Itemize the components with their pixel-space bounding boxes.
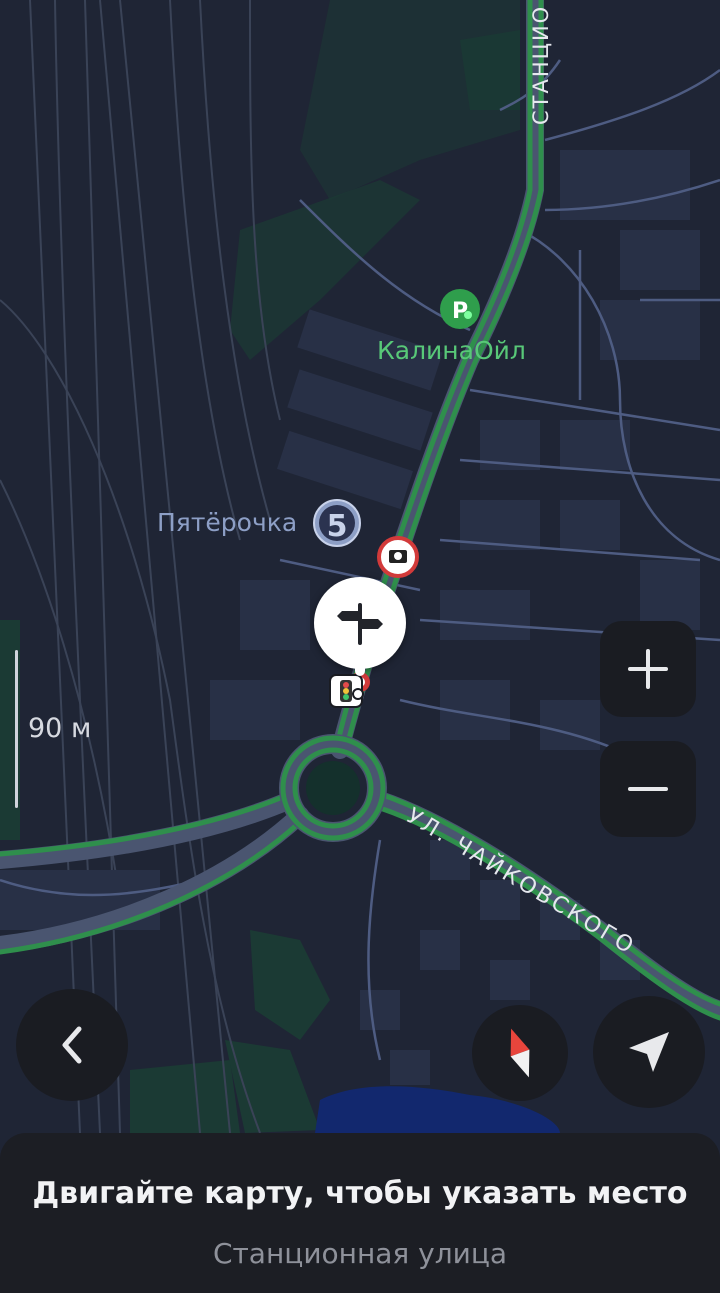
scale-label: 90 м — [28, 713, 92, 744]
svg-text:P: P — [452, 299, 468, 324]
signpost-icon — [314, 577, 406, 669]
poi-label-kalinaoil[interactable]: КалинаОйл — [377, 336, 526, 365]
back-icon — [62, 1026, 82, 1064]
sheet-address: Станционная улица — [212, 1237, 508, 1270]
pin-tail — [355, 666, 365, 676]
poi-label-pyaterochka[interactable]: Пятёрочка — [157, 508, 297, 537]
plus-icon — [628, 649, 668, 689]
roundabout — [279, 734, 387, 842]
street-label-top: СТАНЦИО — [529, 5, 553, 125]
compass-button[interactable] — [472, 1005, 568, 1101]
minus-icon — [628, 787, 668, 791]
map-screen: СТАНЦИО УЛ. ЧАЙКОВСКОГО P 5 КалинаОйл Пя… — [0, 0, 720, 1293]
zoom-in-button[interactable] — [600, 621, 696, 717]
traffic-camera-icon[interactable] — [377, 536, 419, 578]
scale-bar — [15, 650, 18, 808]
compass-icon — [510, 1028, 530, 1078]
locate-arrow-icon — [629, 1032, 669, 1072]
back-button[interactable] — [16, 989, 128, 1101]
pyaterochka-logo-icon[interactable]: 5 — [313, 499, 361, 547]
svg-text:5: 5 — [327, 509, 348, 544]
locate-button[interactable] — [593, 996, 705, 1108]
sheet-title: Двигайте карту, чтобы указать место — [32, 1176, 688, 1211]
zoom-out-button[interactable] — [600, 741, 696, 837]
traffic-light-icon[interactable] — [329, 674, 364, 708]
gas-station-icon[interactable]: P — [440, 289, 480, 329]
